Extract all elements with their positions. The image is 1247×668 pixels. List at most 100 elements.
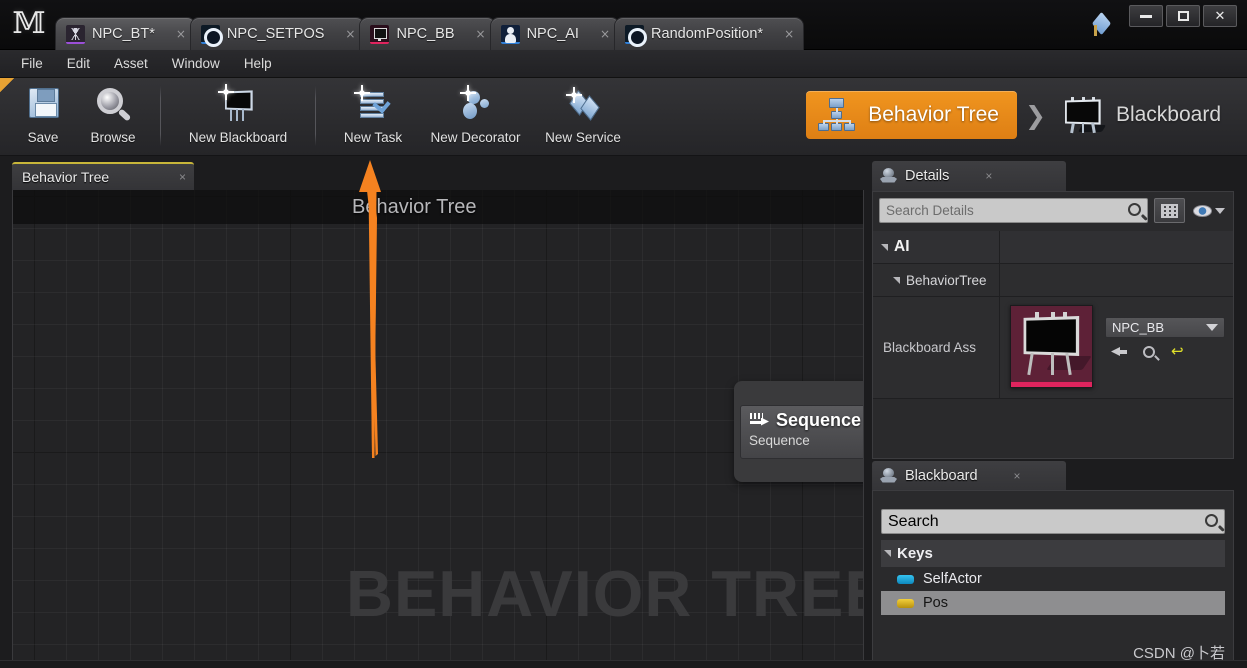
blackboard-keys-header[interactable]: Keys: [881, 540, 1225, 567]
asset-picker-row: NPC_BB ↩: [1000, 297, 1233, 398]
visibility-eye-icon: [1193, 204, 1212, 217]
close-icon[interactable]: ×: [345, 27, 355, 41]
expand-triangle-icon[interactable]: [893, 276, 900, 284]
browse-magnifier-icon[interactable]: [1143, 345, 1155, 358]
maximize-button[interactable]: [1166, 5, 1200, 27]
mode-behavior-tree[interactable]: Behavior Tree: [806, 91, 1017, 139]
details-panel: Search Details AI BehaviorTree Blackboar…: [872, 191, 1234, 459]
new-decorator-button-label: New Decorator: [430, 130, 521, 145]
behavior-tree-mode-icon: [818, 98, 856, 132]
node-body[interactable]: Sequence Sequence: [740, 405, 863, 459]
graph-tab-behavior-tree[interactable]: Behavior Tree ×: [12, 162, 194, 190]
save-button[interactable]: Save: [8, 82, 78, 145]
expand-triangle-icon[interactable]: [884, 550, 891, 557]
blackboard-key-selfactor[interactable]: SelfActor: [881, 567, 1225, 591]
unreal-behavior-tree-editor: 𝕄 NPC_BT* × NPC_SETPOS × NPC_BB × NPC_AI…: [0, 0, 1247, 668]
unreal-engine-logo-icon: 𝕄: [12, 6, 46, 41]
back-arrow-icon[interactable]: [1111, 345, 1127, 358]
graph-tab-label: Behavior Tree: [22, 169, 110, 185]
search-details-input[interactable]: Search Details: [879, 198, 1148, 223]
mode-blackboard[interactable]: Blackboard: [1054, 90, 1229, 140]
asset-tab-label: NPC_BB: [396, 26, 455, 42]
asset-tab-label: NPC_BT*: [92, 26, 155, 42]
search-icon: [1205, 514, 1218, 527]
details-category-label: BehaviorTree: [906, 272, 987, 288]
browse-button[interactable]: Browse: [78, 82, 148, 145]
menu-bar: File Edit Asset Window Help: [0, 50, 1247, 78]
close-icon[interactable]: ×: [476, 27, 486, 41]
close-icon[interactable]: ×: [784, 27, 794, 41]
node-subtitle: Sequence: [749, 433, 810, 448]
node-name: Sequence: [776, 410, 862, 430]
minimize-icon: [1140, 14, 1152, 18]
blackboard-asset-value: NPC_BB: [1112, 320, 1165, 335]
node-title-row: Sequence: [749, 410, 863, 431]
blackboard-search-placeholder: Search: [888, 512, 939, 530]
property-value-cell: NPC_BB ↩: [1000, 297, 1233, 399]
close-icon[interactable]: ×: [176, 27, 186, 41]
editor-mode-switcher: Behavior Tree ❯ Blackboard: [806, 90, 1229, 140]
new-service-button[interactable]: New Service: [533, 82, 633, 145]
graph-title-overlay: Behavior Tree: [352, 196, 477, 218]
blueprint-asset-icon: [200, 24, 223, 47]
new-decorator-button[interactable]: New Decorator: [418, 82, 533, 145]
asset-tab-npc-ai[interactable]: NPC_AI ×: [489, 17, 621, 50]
details-search-row: Search Details: [873, 192, 1233, 223]
main-toolbar: Save Browse New Blackboard New Task New …: [0, 78, 1247, 156]
menu-help[interactable]: Help: [233, 52, 283, 75]
menu-edit[interactable]: Edit: [56, 52, 101, 75]
save-floppy-icon: [21, 86, 65, 126]
asset-tab-randomposition[interactable]: RandomPosition* ×: [614, 17, 805, 50]
close-icon[interactable]: ×: [1014, 469, 1021, 483]
new-blackboard-button[interactable]: New Blackboard: [173, 82, 303, 145]
asset-tab-npc-bt[interactable]: NPC_BT* ×: [55, 17, 196, 50]
new-task-button[interactable]: New Task: [328, 82, 418, 145]
close-button[interactable]: ✕: [1203, 5, 1237, 27]
new-task-icon: [351, 85, 395, 126]
menu-window[interactable]: Window: [161, 52, 231, 75]
chevron-right-icon: ❯: [1024, 100, 1046, 130]
asset-picker-controls: NPC_BB ↩: [1105, 305, 1225, 388]
close-icon[interactable]: ×: [600, 27, 610, 41]
reset-to-default-icon[interactable]: ↩: [1171, 344, 1184, 359]
blackboard-asset-thumbnail[interactable]: [1010, 305, 1093, 388]
graph-watermark: BEHAVIOR TREE: [346, 557, 864, 630]
key-type-color-swatch: [897, 598, 914, 608]
mode-behavior-tree-label: Behavior Tree: [868, 103, 999, 126]
menu-asset[interactable]: Asset: [103, 52, 159, 75]
details-panel-tab-label: Details: [905, 168, 950, 184]
asset-tab-npc-bb[interactable]: NPC_BB ×: [359, 17, 496, 50]
close-icon[interactable]: ×: [179, 170, 186, 184]
asset-tab-npc-setpos[interactable]: NPC_SETPOS ×: [189, 17, 366, 50]
toolbar-divider: [315, 86, 316, 146]
mode-blackboard-label: Blackboard: [1115, 103, 1221, 126]
details-property-tree: AI BehaviorTree Blackboard Ass NPC_BB ↩: [873, 231, 1233, 399]
minimize-button[interactable]: [1129, 5, 1163, 27]
close-icon[interactable]: ×: [985, 169, 992, 183]
grid-view-button[interactable]: [1154, 198, 1185, 223]
new-service-button-label: New Service: [545, 130, 621, 145]
blueprint-asset-icon: [625, 24, 648, 47]
new-service-icon: [561, 86, 605, 126]
blackboard-panel-icon: [880, 467, 897, 485]
blackboard-panel-tab[interactable]: Blackboard ×: [872, 461, 1066, 491]
expand-triangle-icon[interactable]: [881, 243, 888, 251]
details-category-value-cell: [1000, 231, 1233, 264]
menu-file[interactable]: File: [10, 52, 54, 75]
new-task-button-label: New Task: [343, 130, 403, 145]
blackboard-key-pos[interactable]: Pos: [881, 591, 1225, 615]
content-drawer-icon[interactable]: [1091, 11, 1115, 38]
blackboard-asset-dropdown[interactable]: NPC_BB: [1105, 317, 1225, 338]
details-panel-tab[interactable]: Details ×: [872, 161, 1066, 191]
visibility-options-button[interactable]: [1191, 204, 1227, 217]
details-category-label: AI: [894, 238, 910, 255]
blackboard-search-input[interactable]: Search: [881, 509, 1225, 534]
blackboard-key-name: Pos: [923, 595, 948, 611]
asset-tab-label: NPC_AI: [526, 26, 579, 42]
details-category-behaviortree[interactable]: BehaviorTree: [873, 264, 1233, 297]
behavior-tree-graph-canvas[interactable]: BEHAVIOR TREE Sequence Sequence: [12, 190, 864, 668]
asset-action-buttons: ↩: [1105, 344, 1225, 359]
status-bar: [0, 660, 1247, 668]
blackboard-key-name: SelfActor: [923, 571, 982, 587]
details-category-ai[interactable]: AI: [873, 231, 1233, 264]
